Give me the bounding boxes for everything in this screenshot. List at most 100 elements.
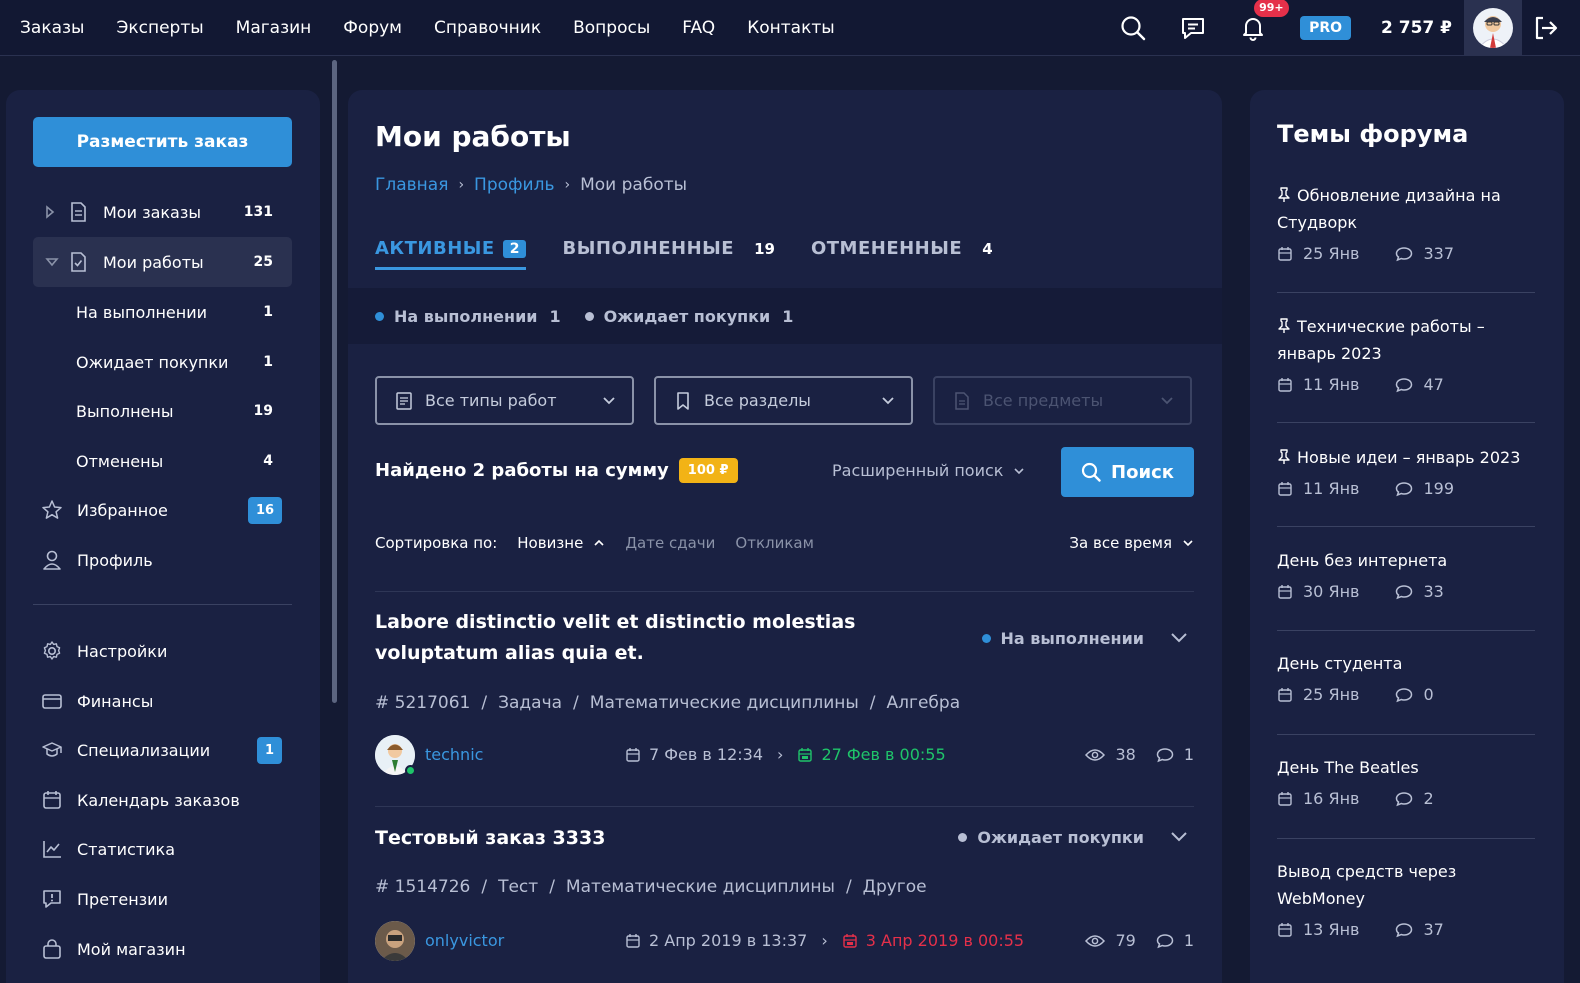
- forum-topic[interactable]: Обновление дизайна на Студворк 25 Янв 33…: [1277, 182, 1535, 263]
- chevron-down-icon: [602, 396, 616, 406]
- search-icon[interactable]: [1120, 15, 1146, 41]
- sort-by-newest[interactable]: Новизне: [517, 534, 605, 552]
- sidebar-item-my-works[interactable]: Мои работы 25: [33, 237, 292, 287]
- forum-topic[interactable]: Технические работы – январь 2023 11 Янв …: [1277, 313, 1535, 394]
- sidebar-item-specializations[interactable]: Специализации 1: [33, 725, 292, 775]
- nav-link-orders[interactable]: Заказы: [20, 18, 84, 38]
- sort-bar: Сортировка по: Новизне Дате сдачи Отклик…: [375, 534, 1194, 552]
- nav-link-experts[interactable]: Эксперты: [116, 18, 203, 38]
- views-count: 38: [1115, 745, 1136, 764]
- sidebar-item-claims[interactable]: Претензии: [33, 874, 292, 924]
- breadcrumb-home[interactable]: Главная: [375, 175, 448, 195]
- forum-panel: Темы форума Обновление дизайна на Студво…: [1250, 90, 1564, 983]
- sidebar-item-awaiting-purchase[interactable]: Ожидает покупки 1: [33, 337, 292, 387]
- sidebar-item-my-shop[interactable]: Мой магазин: [33, 924, 292, 974]
- tab-active[interactable]: АКТИВНЫЕ 2: [375, 238, 527, 270]
- nav-link-questions[interactable]: Вопросы: [573, 18, 650, 38]
- sidebar-item-completed[interactable]: Выполнены 19: [33, 386, 292, 436]
- topic-date: 30 Янв: [1303, 582, 1360, 601]
- topic-title: Технические работы – январь 2023: [1277, 317, 1485, 363]
- advanced-search-label: Расширенный поиск: [832, 461, 1004, 480]
- comment-icon: [1156, 747, 1174, 762]
- nav-link-faq[interactable]: FAQ: [682, 18, 715, 38]
- topic-date: 11 Янв: [1303, 375, 1360, 394]
- sidebar-item-cancelled[interactable]: Отменены 4: [33, 436, 292, 486]
- comment-icon: [1396, 922, 1413, 937]
- main-content: Мои работы Главная › Профиль › Мои работ…: [348, 90, 1222, 983]
- tab-count: 4: [982, 239, 993, 258]
- nav-link-forum[interactable]: Форум: [343, 18, 402, 38]
- nav-link-shop[interactable]: Магазин: [236, 18, 312, 38]
- forum-topic[interactable]: Вывод средств через WebMoney 13 Янв 37: [1277, 858, 1535, 939]
- sidebar-item-settings[interactable]: Настройки: [33, 626, 292, 676]
- views-count: 79: [1115, 931, 1136, 950]
- sidebar-item-statistics[interactable]: Статистика: [33, 824, 292, 874]
- top-navigation-bar: Заказы Эксперты Магазин Форум Справочник…: [0, 0, 1580, 56]
- gear-icon: [41, 640, 63, 662]
- pro-badge[interactable]: PRO: [1300, 16, 1352, 40]
- sidebar-item-label: Профиль: [77, 550, 153, 570]
- meta-separator: /: [573, 693, 579, 713]
- author-link[interactable]: technic: [425, 745, 483, 764]
- user-menu[interactable]: [1464, 0, 1522, 56]
- chevron-down-icon[interactable]: [1170, 632, 1188, 644]
- notifications-badge: 99+: [1254, 0, 1289, 17]
- post-order-button[interactable]: Разместить заказ: [33, 117, 292, 167]
- nav-link-contacts[interactable]: Контакты: [747, 18, 835, 38]
- status-filter-awaiting-purchase[interactable]: Ожидает покупки 1: [584, 306, 793, 326]
- section-select[interactable]: Все разделы: [654, 376, 913, 425]
- order-title[interactable]: Тестовый заказ 3333: [375, 823, 955, 854]
- chevron-down-icon[interactable]: [45, 257, 59, 267]
- calendar-icon: [1278, 922, 1292, 937]
- order-deadline: 27 Фев в 00:55: [821, 745, 946, 764]
- forum-topic[interactable]: День без интернета 30 Янв 33: [1277, 547, 1535, 601]
- status-filter-in-progress[interactable]: На выполнении 1: [375, 307, 561, 326]
- sidebar-item-favorites[interactable]: Избранное 16: [33, 485, 292, 535]
- sidebar-item-label: Ожидает покупки: [76, 352, 229, 372]
- forum-topic[interactable]: День The Beatles 16 Янв 2: [1277, 754, 1535, 808]
- avatar[interactable]: [375, 921, 415, 961]
- forum-topic[interactable]: Новые идеи – январь 2023 11 Янв 199: [1277, 444, 1535, 498]
- breadcrumb-profile[interactable]: Профиль: [474, 175, 554, 195]
- star-icon: [41, 499, 63, 521]
- order-deadline: 3 Апр 2019 в 00:55: [865, 931, 1025, 950]
- order-title[interactable]: Labore distinctio velit et distinctio mo…: [375, 607, 955, 669]
- topic-comments: 2: [1423, 789, 1434, 808]
- sidebar-item-in-progress[interactable]: На выполнении 1: [33, 287, 292, 337]
- author-link[interactable]: onlyvictor: [425, 931, 504, 950]
- divider: [1277, 292, 1535, 293]
- shopping-bag-icon: [41, 938, 63, 960]
- sidebar-item-profile[interactable]: Профиль: [33, 535, 292, 585]
- bell-icon[interactable]: 99+: [1240, 0, 1289, 41]
- online-indicator: [405, 765, 416, 776]
- tab-completed[interactable]: ВЫПОЛНЕННЫЕ 19: [562, 238, 775, 259]
- sidebar-item-order-calendar[interactable]: Календарь заказов: [33, 775, 292, 825]
- sidebar-item-finance[interactable]: Финансы: [33, 676, 292, 726]
- period-select[interactable]: За все время: [1069, 534, 1194, 552]
- search-button[interactable]: Поиск: [1061, 447, 1194, 497]
- sort-by-responses[interactable]: Откликам: [735, 534, 814, 552]
- order-meta: # 1514726 / Тест / Математические дисцип…: [375, 877, 927, 897]
- advanced-search-toggle[interactable]: Расширенный поиск: [832, 461, 1025, 480]
- chevron-down-icon[interactable]: [1170, 831, 1188, 843]
- subject-select[interactable]: Все предметы: [933, 376, 1192, 425]
- chevron-right-icon: ›: [564, 177, 571, 193]
- results-text: Найдено 2 работы на сумму: [375, 460, 669, 481]
- nav-link-reference[interactable]: Справочник: [434, 18, 541, 38]
- chat-icon[interactable]: [1180, 15, 1206, 41]
- order-stats: 38 1: [1085, 745, 1194, 764]
- status-filter-label: Ожидает покупки: [603, 306, 771, 326]
- sidebar-scrollbar[interactable]: [332, 60, 337, 703]
- document-icon: [67, 201, 89, 223]
- logout-icon[interactable]: [1532, 14, 1560, 42]
- tab-cancelled[interactable]: ОТМЕНЕННЫЕ 4: [811, 238, 993, 259]
- sidebar-item-my-orders[interactable]: Мои заказы 131: [33, 187, 292, 237]
- work-type-select[interactable]: Все типы работ: [375, 376, 634, 425]
- forum-topic[interactable]: День студента 25 Янв 0: [1277, 650, 1535, 704]
- balance[interactable]: 2 757 ₽: [1381, 18, 1452, 38]
- chevron-right-icon[interactable]: [45, 205, 59, 219]
- sort-option-label: Новизне: [517, 534, 584, 552]
- sort-by-deadline[interactable]: Дате сдачи: [625, 534, 715, 552]
- select-value: Все разделы: [704, 391, 811, 410]
- divider: [1277, 734, 1535, 735]
